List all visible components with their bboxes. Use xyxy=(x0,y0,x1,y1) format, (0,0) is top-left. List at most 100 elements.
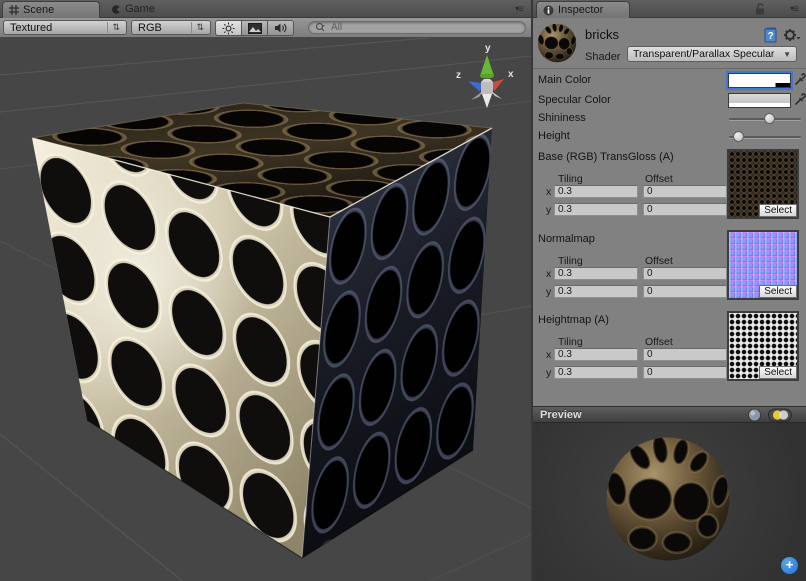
lock-icon[interactable] xyxy=(755,3,766,15)
x-axis-label: x xyxy=(546,268,551,280)
help-icon[interactable]: ? xyxy=(763,27,778,43)
x-axis-label: x xyxy=(546,349,551,361)
normal-tiling-x-input[interactable] xyxy=(554,267,638,280)
base-tiling-y-input[interactable] xyxy=(554,203,638,216)
tiling-header: Tiling xyxy=(558,255,583,267)
scene-tabstrip: Scene Game ▾≡ xyxy=(0,0,531,18)
search-icon xyxy=(315,22,327,33)
shader-value: Transparent/Parallax Specular xyxy=(633,48,774,60)
specular-color-label: Specular Color xyxy=(538,94,611,106)
sun-icon xyxy=(222,22,235,35)
preview-bar[interactable]: Preview xyxy=(533,406,806,423)
tab-inspector[interactable]: Inspector xyxy=(536,1,630,18)
normalmap-thumbnail[interactable]: Select xyxy=(727,230,799,300)
height-offset-x-input[interactable] xyxy=(643,348,727,361)
height-offset-y-input[interactable] xyxy=(643,366,727,379)
image-icon xyxy=(248,23,262,34)
draw-mode-dropdown[interactable]: Textured ⇅ xyxy=(3,20,127,35)
shader-label: Shader xyxy=(585,51,620,63)
material-ball-icon xyxy=(537,23,577,63)
gizmo-center-cube[interactable] xyxy=(481,82,493,94)
main-color-label: Main Color xyxy=(538,74,591,86)
heightmap-thumbnail[interactable]: Select xyxy=(727,311,799,381)
preview-viewport[interactable]: + xyxy=(533,423,806,581)
scene-panel: Scene Game ▾≡ Textured ⇅ RGB ⇅ xyxy=(0,0,531,581)
dropdown-arrows-icon: ⇅ xyxy=(191,22,204,33)
material-name: bricks xyxy=(585,27,619,42)
preview-title: Preview xyxy=(540,409,582,421)
specular-color-swatch[interactable] xyxy=(728,93,791,108)
normalmap-select-button[interactable]: Select xyxy=(759,285,797,298)
speaker-icon xyxy=(274,22,287,34)
shininess-label: Shininess xyxy=(538,112,586,124)
material-header: bricks Shader Transparent/Parallax Specu… xyxy=(533,18,806,69)
effects-toggle-button[interactable] xyxy=(241,20,268,36)
main-color-alpha-bar xyxy=(729,83,790,87)
shininess-slider-handle[interactable] xyxy=(764,113,775,124)
preview-lighting-button[interactable] xyxy=(768,408,792,422)
shader-dropdown[interactable]: Transparent/Parallax Specular ▼ xyxy=(627,46,797,62)
scene-panel-menu-icon[interactable]: ▾≡ xyxy=(515,3,523,15)
eyedropper-icon[interactable] xyxy=(794,72,806,86)
normal-offset-x-input[interactable] xyxy=(643,267,727,280)
y-axis-label: y xyxy=(546,204,551,216)
gizmo-x-label: x xyxy=(508,69,514,80)
heightmap-select-button[interactable]: Select xyxy=(759,366,797,379)
tiling-header: Tiling xyxy=(558,173,583,185)
gizmo-z-label: z xyxy=(456,70,461,81)
tab-scene[interactable]: Scene xyxy=(2,1,100,18)
dropdown-arrows-icon: ⇅ xyxy=(107,22,120,33)
height-slider[interactable] xyxy=(729,131,801,143)
shininess-slider[interactable] xyxy=(729,113,801,125)
height-tiling-x-input[interactable] xyxy=(554,348,638,361)
scene-toolbar: Textured ⇅ RGB ⇅ xyxy=(0,18,531,38)
y-axis-label: y xyxy=(546,367,551,379)
add-button[interactable]: + xyxy=(781,557,798,574)
y-axis-label: y xyxy=(546,286,551,298)
normal-tiling-y-input[interactable] xyxy=(554,285,638,298)
preview-material-sphere xyxy=(604,435,732,563)
chevron-down-icon: ▼ xyxy=(783,50,791,59)
base-texture-label: Base (RGB) TransGloss (A) xyxy=(538,151,674,163)
search-input[interactable] xyxy=(329,21,519,34)
height-slider-handle[interactable] xyxy=(733,131,744,142)
base-offset-y-input[interactable] xyxy=(643,203,727,216)
offset-header: Offset xyxy=(645,173,673,185)
normal-offset-y-input[interactable] xyxy=(643,285,727,298)
scene-viewport[interactable]: y x z xyxy=(0,38,531,581)
grid-icon xyxy=(9,5,19,15)
x-axis-label: x xyxy=(546,186,551,198)
gear-icon[interactable] xyxy=(783,27,801,43)
inspector-panel: Inspector ▾≡ bricks Shader Transparent/P… xyxy=(533,0,806,581)
main-color-swatch[interactable] xyxy=(728,73,791,88)
base-texture-thumbnail[interactable]: Select xyxy=(727,149,799,219)
normalmap-label: Normalmap xyxy=(538,233,595,245)
base-offset-x-input[interactable] xyxy=(643,185,727,198)
height-label: Height xyxy=(538,130,570,142)
eyedropper-icon[interactable] xyxy=(794,92,806,106)
preview-shape-button[interactable] xyxy=(747,408,762,422)
inspector-tabstrip: Inspector ▾≡ xyxy=(533,0,806,18)
base-select-button[interactable]: Select xyxy=(759,204,797,217)
offset-header: Offset xyxy=(645,336,673,348)
color-mode-dropdown[interactable]: RGB ⇅ xyxy=(131,20,211,35)
draw-mode-value: Textured xyxy=(10,22,101,34)
gizmo-y-label: y xyxy=(485,43,491,54)
tab-game[interactable]: Game xyxy=(110,0,155,18)
height-tiling-y-input[interactable] xyxy=(554,366,638,379)
info-icon xyxy=(543,5,554,16)
lighting-toggle-button[interactable] xyxy=(215,20,242,36)
tab-scene-label: Scene xyxy=(23,4,54,16)
svg-text:?: ? xyxy=(768,31,774,42)
audio-toggle-button[interactable] xyxy=(267,20,294,36)
tab-inspector-label: Inspector xyxy=(558,4,603,16)
game-icon xyxy=(110,4,121,15)
inspector-panel-menu-icon[interactable]: ▾≡ xyxy=(790,3,798,15)
offset-header: Offset xyxy=(645,255,673,267)
heightmap-label: Heightmap (A) xyxy=(538,314,609,326)
tab-game-label: Game xyxy=(125,3,155,15)
specular-color-alpha-bar xyxy=(729,103,790,107)
scene-search-field xyxy=(308,21,526,34)
tiling-header: Tiling xyxy=(558,336,583,348)
base-tiling-x-input[interactable] xyxy=(554,185,638,198)
